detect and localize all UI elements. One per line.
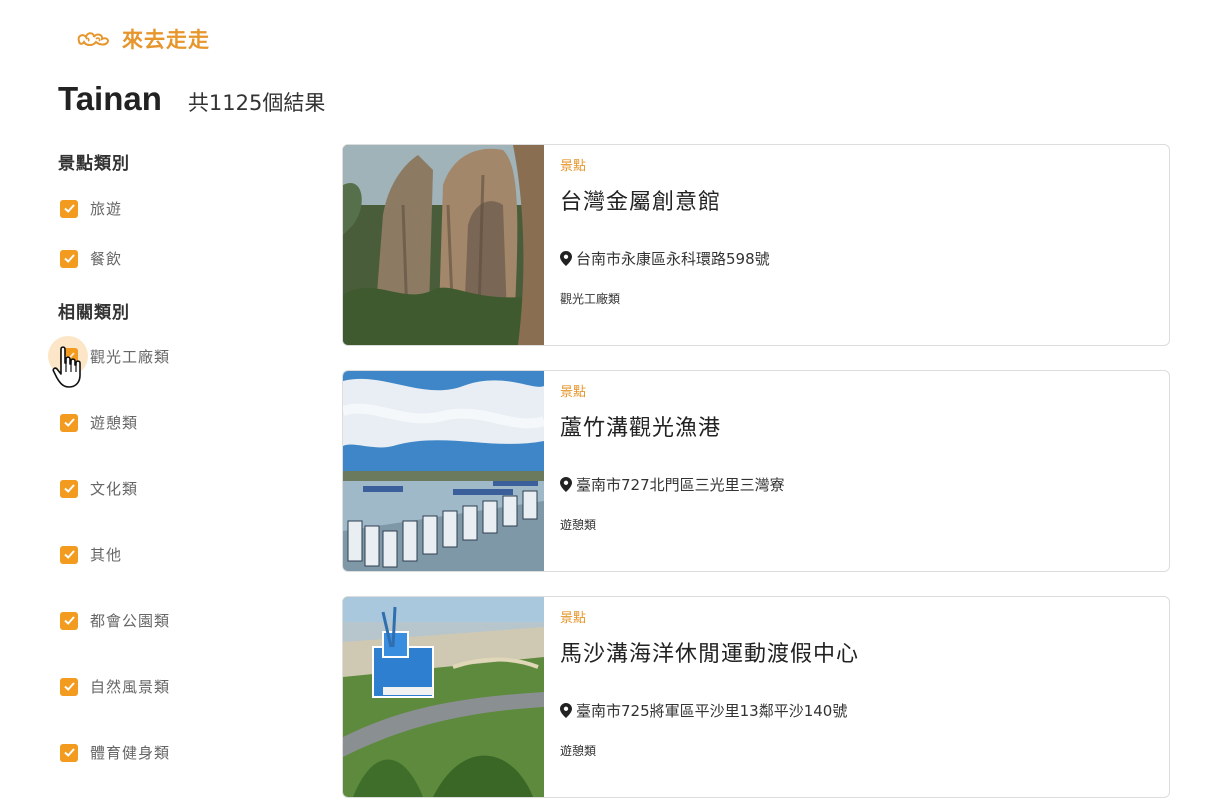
checkbox-checked[interactable]	[60, 611, 78, 630]
check-icon	[63, 616, 75, 625]
card-type: 景點	[560, 611, 587, 626]
result-card[interactable]: 景點 馬沙溝海洋休閒運動渡假中心 臺南市725將軍區平沙里13鄰平沙140號 遊…	[342, 596, 1170, 798]
fishing-harbor-photo	[343, 371, 544, 571]
checkbox-checked[interactable]	[60, 677, 78, 696]
card-address: 臺南市725將軍區平沙里13鄰平沙140號	[560, 700, 847, 721]
checkbox-checked[interactable]	[60, 479, 78, 498]
check-icon	[63, 254, 75, 263]
map-pin-icon	[560, 477, 572, 492]
filter-option-label: 遊憩類	[90, 414, 139, 432]
result-card[interactable]: 景點 蘆竹溝觀光漁港 臺南市727北門區三光里三灣寮 遊憩類	[342, 370, 1170, 572]
check-icon	[63, 484, 75, 493]
city-title: Tainan	[58, 80, 162, 117]
filter-option-culture[interactable]: 文化類	[60, 478, 138, 499]
card-type: 景點	[560, 385, 587, 400]
result-card[interactable]: 景點 台灣金屬創意館 台南市永康區永科環路598號 觀光工廠類	[342, 144, 1170, 346]
filter-option-urban-park[interactable]: 都會公園類	[60, 610, 170, 631]
attraction-category-title: 景點類別	[58, 154, 130, 174]
brand-name: 來去走走	[122, 28, 210, 52]
filter-option-travel[interactable]: 旅遊	[60, 198, 122, 219]
filter-option-natural-scenery[interactable]: 自然風景類	[60, 676, 170, 697]
cloud-ornament-icon	[77, 32, 110, 46]
filter-option-label: 其他	[90, 546, 123, 564]
checkbox-checked[interactable]	[60, 199, 78, 218]
checkbox-checked[interactable]	[60, 249, 78, 268]
result-count: 共1125個結果	[187, 91, 326, 115]
filter-option-sports-fitness[interactable]: 體育健身類	[60, 742, 170, 763]
related-category-title: 相關類別	[58, 303, 130, 323]
card-address-text: 臺南市727北門區三光里三灣寮	[576, 476, 785, 494]
filter-option-label: 體育健身類	[90, 744, 171, 762]
card-tag: 觀光工廠類	[560, 292, 621, 306]
checkbox-checked[interactable]	[60, 545, 78, 564]
filter-option-label: 旅遊	[90, 200, 123, 218]
filter-option-label: 餐飲	[90, 250, 123, 268]
card-type: 景點	[560, 159, 587, 174]
filter-option-other[interactable]: 其他	[60, 544, 122, 565]
rock-cliff-photo	[343, 145, 544, 345]
card-title[interactable]: 蘆竹溝觀光漁港	[560, 410, 1169, 442]
check-icon	[63, 204, 75, 213]
filter-option-label: 都會公園類	[90, 612, 171, 630]
seaside-resort-photo	[343, 597, 544, 797]
filter-option-label: 觀光工廠類	[90, 348, 171, 366]
card-address-text: 臺南市725將軍區平沙里13鄰平沙140號	[576, 702, 848, 720]
card-tag: 遊憩類	[560, 518, 597, 532]
brand[interactable]: 來去走走	[76, 24, 210, 54]
filter-option-label: 自然風景類	[90, 678, 171, 696]
map-pin-icon	[560, 703, 572, 718]
check-icon	[63, 418, 75, 427]
checkbox-checked[interactable]	[60, 743, 78, 762]
card-body: 景點 馬沙溝海洋休閒運動渡假中心 臺南市725將軍區平沙里13鄰平沙140號 遊…	[544, 597, 1169, 797]
hand-pointer-cursor-icon	[52, 346, 81, 388]
filter-option-recreation[interactable]: 遊憩類	[60, 412, 138, 433]
results-heading: Tainan 共1125個結果	[58, 80, 325, 118]
card-address: 台南市永康區永科環路598號	[560, 248, 770, 269]
card-address: 臺南市727北門區三光里三灣寮	[560, 474, 785, 495]
card-address-text: 台南市永康區永科環路598號	[576, 250, 770, 268]
filter-option-label: 文化類	[90, 480, 139, 498]
card-title[interactable]: 馬沙溝海洋休閒運動渡假中心	[560, 636, 1169, 668]
filter-option-dining[interactable]: 餐飲	[60, 248, 122, 269]
check-icon	[63, 748, 75, 757]
check-icon	[63, 550, 75, 559]
card-body: 景點 蘆竹溝觀光漁港 臺南市727北門區三光里三灣寮 遊憩類	[544, 371, 1169, 571]
card-body: 景點 台灣金屬創意館 台南市永康區永科環路598號 觀光工廠類	[544, 145, 1169, 345]
card-title[interactable]: 台灣金屬創意館	[560, 184, 1169, 216]
map-pin-icon	[560, 251, 572, 266]
check-icon	[63, 682, 75, 691]
card-tag: 遊憩類	[560, 744, 597, 758]
checkbox-checked[interactable]	[60, 413, 78, 432]
